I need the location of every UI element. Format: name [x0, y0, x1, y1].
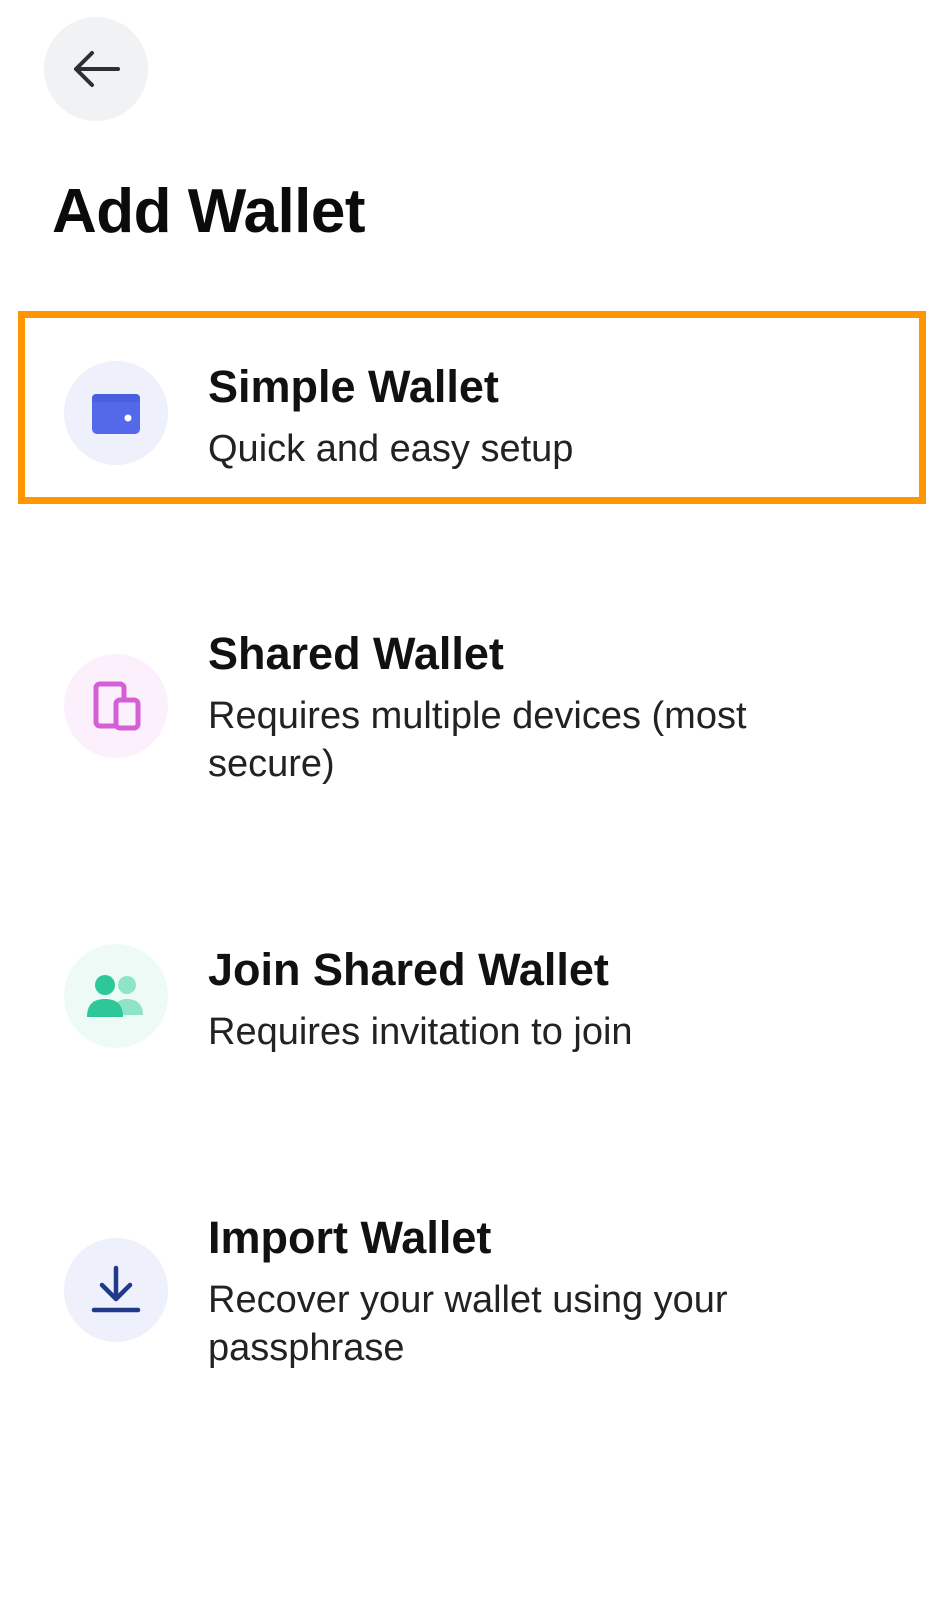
import-wallet-option[interactable]: Import Wallet Recover your wallet using …: [18, 1184, 926, 1384]
devices-icon: [93, 681, 141, 731]
option-subtitle: Requires invitation to join: [208, 1011, 633, 1053]
join-shared-wallet-icon-badge: [64, 944, 168, 1048]
page-title: Add Wallet: [52, 177, 366, 246]
simple-wallet-icon-badge: [64, 361, 168, 465]
option-subtitle: Requires multiple devices (most secure): [208, 695, 747, 785]
option-title: Import Wallet: [208, 1212, 492, 1263]
shared-wallet-icon-badge: [64, 654, 168, 758]
simple-wallet-option[interactable]: Simple Wallet Quick and easy setup: [18, 311, 926, 504]
add-wallet-screen: Add Wallet Simple Wallet Quick and easy …: [0, 0, 944, 1611]
shared-wallet-option[interactable]: Shared Wallet Requires multiple devices …: [18, 600, 926, 820]
wallet-icon: [92, 394, 140, 434]
option-title: Shared Wallet: [208, 628, 504, 679]
option-title: Join Shared Wallet: [208, 944, 609, 995]
download-icon: [91, 1265, 141, 1313]
option-title: Simple Wallet: [208, 361, 499, 412]
arrow-left-icon: [74, 51, 120, 87]
users-icon: [87, 975, 143, 1017]
join-shared-wallet-option[interactable]: Join Shared Wallet Requires invitation t…: [18, 916, 926, 1096]
option-subtitle: Quick and easy setup: [208, 428, 574, 470]
option-subtitle: Recover your wallet using your passphras…: [208, 1279, 728, 1369]
back-button[interactable]: [44, 17, 148, 121]
import-wallet-icon-badge: [64, 1238, 168, 1342]
